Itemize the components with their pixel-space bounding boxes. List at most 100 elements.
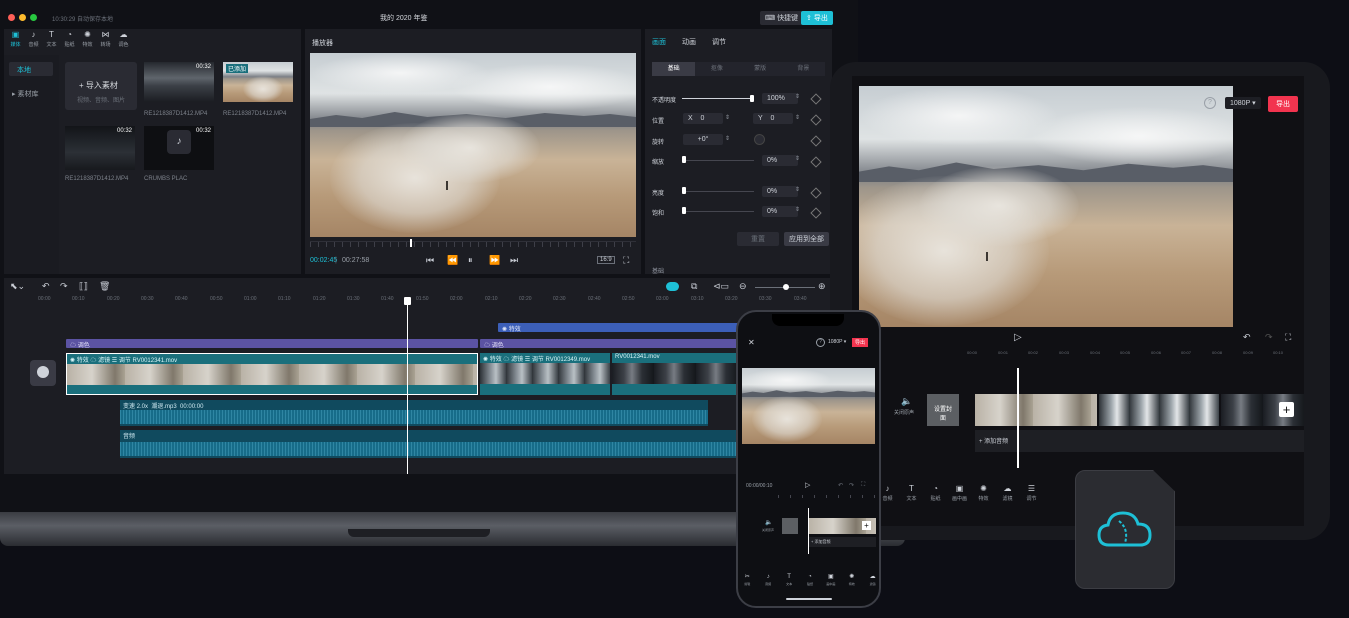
redo-icon[interactable]: ↷ bbox=[60, 281, 68, 292]
opacity-value[interactable]: 100% bbox=[762, 93, 798, 104]
zoom-out-icon[interactable]: ⊖ bbox=[739, 281, 747, 292]
link-icon[interactable]: ⧉ bbox=[691, 281, 697, 292]
phone-add-clip-button[interactable]: + bbox=[862, 521, 871, 530]
tool-pip[interactable]: ▣ 画中画 bbox=[826, 574, 835, 590]
skip-end-icon[interactable]: ⏭ bbox=[510, 255, 518, 266]
tool-filter[interactable]: ☁ 滤镜 bbox=[869, 574, 876, 590]
rotate-keyframe-icon[interactable] bbox=[810, 135, 822, 147]
playhead-handle[interactable] bbox=[404, 297, 411, 305]
phone-redo-icon[interactable]: ↷ bbox=[849, 482, 854, 489]
phone-ruler[interactable] bbox=[778, 495, 878, 498]
scale-keyframe-icon[interactable] bbox=[810, 156, 822, 168]
brightness-slider[interactable] bbox=[682, 191, 754, 192]
saturation-slider[interactable] bbox=[682, 211, 754, 212]
tool-audio[interactable]: ♪ 音频 bbox=[882, 485, 893, 511]
phone-cover[interactable] bbox=[782, 518, 798, 534]
tool-effects[interactable]: ✺ 特效 bbox=[82, 31, 93, 53]
scale-stepper-icon[interactable]: ⇕ bbox=[795, 155, 800, 162]
nav-local[interactable]: 本地 bbox=[9, 62, 53, 76]
tablet-video[interactable] bbox=[859, 86, 1233, 327]
subtab-matting[interactable]: 抠像 bbox=[695, 62, 738, 76]
tool-transition[interactable]: ⋈ 转场 bbox=[100, 31, 111, 53]
brightness-slider-knob[interactable] bbox=[682, 187, 686, 194]
delete-icon[interactable]: 🗑 bbox=[99, 281, 110, 292]
next-frame-icon[interactable]: ⏩ bbox=[489, 255, 500, 266]
tool-text[interactable]: T 文本 bbox=[786, 574, 793, 590]
scrub-ruler[interactable] bbox=[310, 241, 636, 247]
saturation-stepper-icon[interactable]: ⇕ bbox=[795, 206, 800, 213]
phone-help-icon[interactable]: ? bbox=[816, 338, 825, 347]
phone-undo-icon[interactable]: ↶ bbox=[838, 482, 843, 489]
tab-animation[interactable]: 动画 bbox=[682, 37, 696, 47]
tool-sticker[interactable]: ◔ 贴纸 bbox=[64, 31, 75, 53]
prev-frame-icon[interactable]: ⏪ bbox=[447, 255, 458, 266]
rotate-stepper-icon[interactable]: ⇕ bbox=[725, 135, 730, 142]
tool-filter[interactable]: ☁ 滤镜 bbox=[1002, 485, 1013, 511]
tablet-undo-icon[interactable]: ↶ bbox=[1243, 332, 1251, 343]
subtab-basic[interactable]: 基础 bbox=[652, 62, 696, 76]
undo-icon[interactable]: ↶ bbox=[42, 281, 50, 292]
media-thumb-3[interactable]: 00:32 bbox=[65, 126, 135, 170]
pause-icon[interactable]: ⏸ bbox=[468, 255, 473, 266]
tablet-fullscreen-icon[interactable]: ⛶ bbox=[1285, 332, 1291, 343]
audio-clip-1[interactable]: 变速 2.0x 潮退.mp3 00:00:00 bbox=[120, 400, 708, 426]
shortcut-button[interactable]: ⌨ 快捷键 bbox=[760, 11, 804, 25]
rotate-field[interactable]: +0° bbox=[683, 134, 723, 145]
tablet-speaker-icon[interactable]: 🔈 bbox=[901, 396, 912, 407]
opacity-stepper-icon[interactable]: ⇕ bbox=[795, 93, 800, 100]
opacity-slider[interactable] bbox=[682, 98, 752, 99]
x-stepper-icon[interactable]: ⇕ bbox=[725, 114, 730, 121]
minimize-dot[interactable] bbox=[19, 14, 26, 21]
split-icon[interactable]: ⟦⟧ bbox=[79, 281, 88, 292]
rotate-dial-icon[interactable] bbox=[754, 134, 765, 145]
magnet-icon[interactable] bbox=[666, 282, 679, 291]
media-thumb-4[interactable]: ♪ 00:32 bbox=[144, 126, 214, 170]
saturation-value[interactable]: 0% bbox=[762, 206, 798, 217]
apply-all-button[interactable]: 应用到全部 bbox=[784, 232, 829, 246]
media-thumb-2[interactable]: 已添加 bbox=[223, 62, 293, 102]
brightness-value[interactable]: 0% bbox=[762, 186, 798, 197]
tablet-cover[interactable]: 设置封面 bbox=[927, 394, 959, 426]
tablet-add-clip-button[interactable]: + bbox=[1279, 402, 1294, 417]
brightness-stepper-icon[interactable]: ⇕ bbox=[795, 186, 800, 193]
subtab-background[interactable]: 背景 bbox=[782, 62, 825, 76]
nav-library[interactable]: ▸ 素材库 bbox=[9, 86, 53, 100]
tool-sticker[interactable]: ◔ 贴纸 bbox=[930, 485, 941, 511]
scale-value[interactable]: 0% bbox=[762, 155, 798, 166]
phone-quality-button[interactable]: 1080P ▾ bbox=[828, 339, 846, 345]
y-field[interactable]: Y 0 bbox=[753, 113, 793, 124]
x-field[interactable]: X 0 bbox=[683, 113, 723, 124]
tool-pip[interactable]: ▣ 画中画 bbox=[952, 485, 967, 511]
phone-video[interactable] bbox=[742, 368, 875, 444]
zoom-slider-knob[interactable] bbox=[783, 284, 789, 290]
timeline-ruler[interactable]: 00:00 00:10 00:20 00:30 00:40 00:50 01:00 01:10… bbox=[38, 296, 828, 306]
tool-media[interactable]: ▣ 媒体 bbox=[10, 31, 21, 53]
y-stepper-icon[interactable]: ⇕ bbox=[795, 114, 800, 121]
tool-adjust[interactable]: ☰ 调节 bbox=[1026, 485, 1037, 511]
tool-effects[interactable]: ✺ 特效 bbox=[978, 485, 989, 511]
media-thumb-1[interactable]: 00:32 bbox=[144, 62, 214, 102]
video-clip-3[interactable]: RV0012341.mov bbox=[612, 353, 738, 395]
position-keyframe-icon[interactable] bbox=[810, 114, 822, 126]
phone-play-icon[interactable]: ▷ bbox=[805, 481, 810, 489]
phone-fullscreen-icon[interactable]: ⛶ bbox=[861, 482, 865, 489]
video-clip-1[interactable]: ✺ 特效 ☁ 滤镜 ☰ 调节 RV0012341.mov bbox=[66, 353, 478, 395]
opacity-keyframe-icon[interactable] bbox=[810, 93, 822, 105]
opacity-slider-knob[interactable] bbox=[750, 95, 754, 102]
brightness-keyframe-icon[interactable] bbox=[810, 187, 822, 199]
import-tile[interactable]: + 导入素材 视频、音频、图片 bbox=[65, 62, 137, 110]
tablet-quality-button[interactable]: 1080P ▾ bbox=[1225, 97, 1261, 109]
export-button[interactable]: ⇪ 导出 bbox=[801, 11, 833, 25]
tool-sticker[interactable]: ◔ 贴纸 bbox=[807, 574, 814, 590]
tablet-ruler[interactable]: 00:00 00:01 00:02 00:03 00:04 00:05 00:06 00:07… bbox=[967, 350, 1304, 360]
tab-adjust[interactable]: 调节 bbox=[712, 37, 726, 47]
player-video[interactable] bbox=[310, 53, 636, 237]
audio-clip-2[interactable]: 音频 bbox=[120, 430, 738, 458]
phone-add-audio[interactable]: + 添加音频 bbox=[808, 537, 876, 547]
tool-text[interactable]: T 文本 bbox=[906, 485, 917, 511]
ratio-button[interactable]: 16:9 bbox=[597, 256, 615, 264]
tool-text[interactable]: T 文本 bbox=[46, 31, 57, 53]
maximize-dot[interactable] bbox=[30, 14, 37, 21]
fullscreen-icon[interactable]: ⛶ bbox=[623, 255, 629, 266]
tool-audio[interactable]: ♪ 音频 bbox=[28, 31, 39, 53]
